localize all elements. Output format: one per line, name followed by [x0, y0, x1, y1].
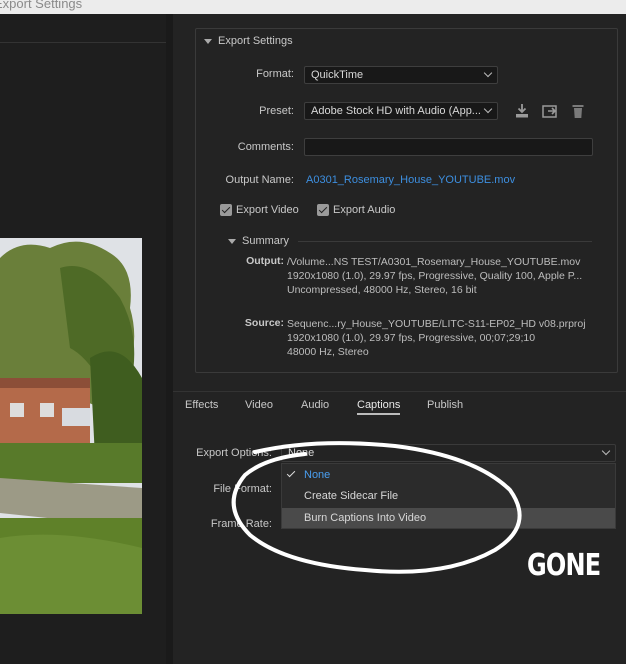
import-preset-icon[interactable] [514, 103, 530, 119]
summary-title: Summary [242, 235, 290, 247]
comments-label: Comments: [237, 141, 294, 153]
export-audio-label: Export Audio [333, 204, 396, 216]
format-value: QuickTime [311, 69, 364, 81]
panel-splitter[interactable] [166, 14, 173, 664]
preset-label: Preset: [259, 105, 294, 117]
collapse-triangle-icon [228, 238, 236, 244]
chevron-down-icon [483, 104, 493, 114]
summary-source-label: Source: [244, 317, 284, 329]
output-name-link[interactable]: A0301_Rosemary_House_YOUTUBE.mov [306, 174, 515, 186]
chevron-down-icon [601, 446, 611, 456]
summary-header[interactable]: Summary [228, 235, 289, 247]
export-video-label: Export Video [236, 204, 299, 216]
summary-output-line: /Volume...NS TEST/A0301_Rosemary_House_Y… [287, 256, 581, 268]
delete-preset-icon[interactable] [570, 103, 586, 119]
hand-drawn-circle-annotation [231, 441, 522, 574]
tabbar-divider [173, 391, 626, 392]
preview-header-divider [0, 42, 166, 43]
output-name-label: Output Name: [225, 174, 294, 186]
tab-audio[interactable]: Audio [301, 399, 329, 411]
comments-input[interactable] [304, 138, 593, 156]
tab-video[interactable]: Video [245, 399, 273, 411]
summary-source-line: 1920x1080 (1.0), 29.97 fps, Progressive,… [287, 332, 536, 344]
tab-captions[interactable]: Captions [357, 399, 401, 415]
summary-output-line: 1920x1080 (1.0), 29.97 fps, Progressive,… [287, 270, 583, 282]
summary-source-line: 48000 Hz, Stereo [287, 346, 369, 358]
summary-output-line: Uncompressed, 48000 Hz, Stereo, 16 bit [287, 284, 477, 296]
summary-output-label: Output: [246, 255, 284, 267]
window-title: Export Settings [0, 0, 83, 11]
collapse-triangle-icon [204, 38, 212, 44]
export-settings-title: Export Settings [218, 35, 293, 47]
format-select[interactable]: QuickTime [304, 66, 498, 84]
window-titlebar: Export Settings [0, 0, 626, 14]
export-settings-header[interactable]: Export Settings [204, 35, 293, 47]
preset-select[interactable]: Adobe Stock HD with Audio (App... [304, 102, 498, 120]
annotation-text: GONE [527, 548, 601, 583]
preset-value: Adobe Stock HD with Audio (App... [311, 105, 481, 117]
tab-effects[interactable]: Effects [185, 399, 218, 411]
export-video-checkbox[interactable] [220, 204, 232, 216]
summary-source-line: Sequenc...ry_House_YOUTUBE/LITC-S11-EP02… [287, 318, 586, 330]
format-label: Format: [256, 68, 294, 80]
chevron-down-icon [483, 68, 493, 78]
save-preset-icon[interactable] [542, 103, 558, 119]
video-preview-frame [0, 238, 142, 614]
summary-divider [298, 241, 592, 242]
tab-publish[interactable]: Publish [427, 399, 463, 411]
export-audio-checkbox[interactable] [317, 204, 329, 216]
